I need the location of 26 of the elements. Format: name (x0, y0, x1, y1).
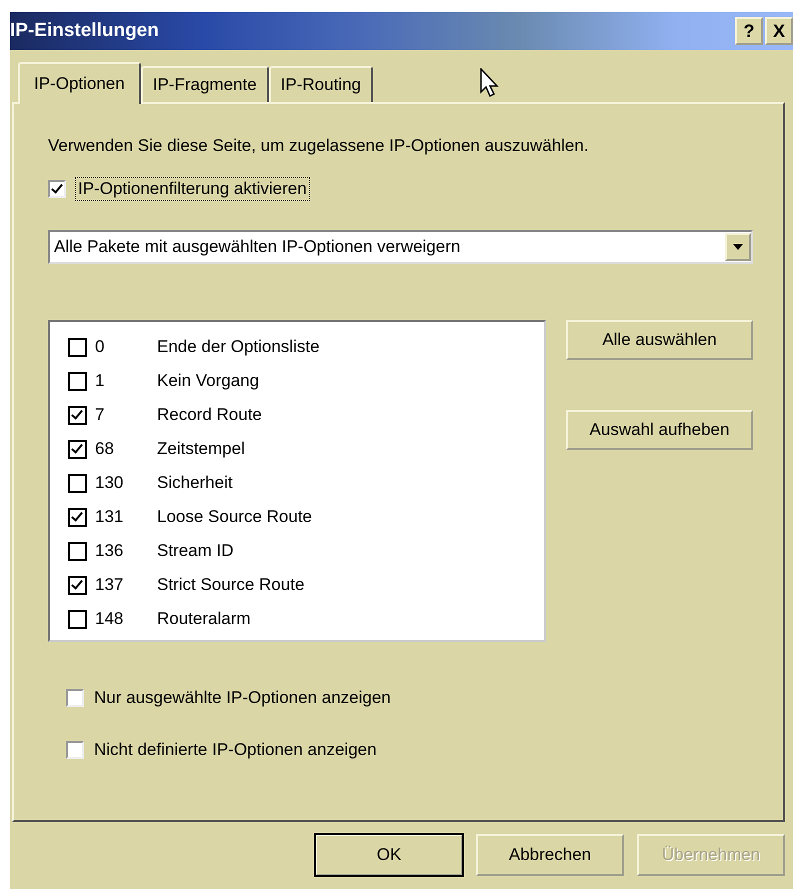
tab[interactable]: IP-Optionen (18, 62, 141, 104)
mouse-pointer-icon (480, 68, 500, 98)
tab[interactable]: IP-Routing (268, 66, 373, 102)
option-row[interactable]: 137 Strict Source Route (68, 568, 544, 602)
option-row[interactable]: 148 Routeralarm (68, 602, 544, 636)
option-row[interactable]: 68 Zeitstempel (68, 432, 544, 466)
option-checkbox[interactable]: Nicht definierte IP-Optionen anzeigen (66, 740, 753, 760)
option-row[interactable]: 130 Sicherheit (68, 466, 544, 500)
close-button[interactable]: X (765, 17, 793, 45)
option-row[interactable]: 0 Ende der Optionsliste (68, 330, 544, 364)
select-button[interactable]: Alle auswählen (566, 320, 753, 360)
dialog-button[interactable]: OK (315, 834, 463, 876)
tab[interactable]: IP-Fragmente (140, 66, 269, 102)
dialog-button[interactable]: Abbrechen (476, 834, 624, 876)
option-row[interactable]: 7 Record Route (68, 398, 544, 432)
window-title: IP-Einstellungen (10, 20, 159, 42)
help-button[interactable]: ? (735, 17, 763, 45)
description-text: Verwenden Sie diese Seite, um zugelassene IP-Optionen auszuwählen. (48, 136, 590, 156)
dropdown-arrow-icon (733, 244, 743, 250)
option-row[interactable]: 1 Kein Vorgang (68, 364, 544, 398)
action-dropdown[interactable]: Alle Pakete mit ausgewählten IP-Optionen verweigern (48, 230, 753, 264)
filter-checkbox[interactable]: IP-Optionenfilterung aktivieren (48, 178, 753, 200)
option-checkbox[interactable]: Nur ausgewählte IP-Optionen anzeigen (66, 688, 753, 708)
option-row[interactable]: 136 Stream ID (68, 534, 544, 568)
select-button[interactable]: Auswahl aufheben (566, 410, 753, 450)
option-row[interactable]: 131 Loose Source Route (68, 500, 544, 534)
